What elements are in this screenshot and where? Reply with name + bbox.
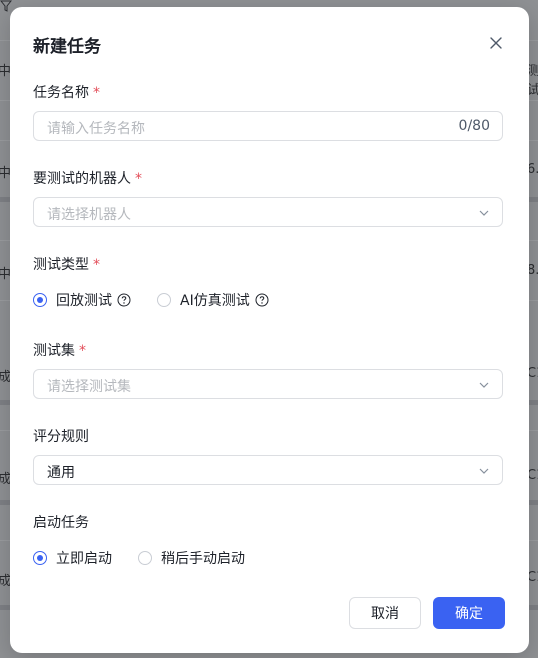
radio-start-now[interactable]: 立即启动 (33, 548, 112, 568)
task-name-input[interactable]: 请输入任务名称 0/80 (33, 111, 503, 141)
robot-label: 要测试的机器人 * (33, 171, 142, 187)
required-mark: * (93, 85, 100, 101)
test-set-label: 测试集 * (33, 343, 86, 359)
robot-select[interactable]: 请选择机器人 (33, 197, 503, 227)
new-task-dialog: 新建任务 任务名称 * 请输入任务名称 0/80 要测试的机器人 * 请选择机器人 … (10, 7, 529, 653)
scoring-rule-value: 通用 (47, 465, 75, 481)
test-type-radio-group: 回放测试 AI仿真测试 (33, 290, 295, 310)
required-mark: * (135, 171, 142, 187)
char-counter: 0/80 (458, 118, 490, 134)
required-mark: * (79, 343, 86, 359)
radio-ai-sim-test[interactable]: AI仿真测试 (157, 290, 269, 310)
radio-checked-icon (33, 551, 47, 565)
chevron-down-icon (479, 382, 489, 388)
radio-unchecked-icon (157, 293, 171, 307)
chevron-down-icon (479, 468, 489, 474)
test-set-select[interactable]: 请选择测试集 (33, 369, 503, 399)
help-icon[interactable] (117, 293, 131, 307)
help-icon[interactable] (255, 293, 269, 307)
launch-radio-group: 立即启动 稍后手动启动 (33, 548, 271, 568)
launch-task-label: 启动任务 (33, 515, 89, 531)
scoring-rule-select[interactable]: 通用 (33, 455, 503, 485)
radio-unchecked-icon (138, 551, 152, 565)
radio-checked-icon (33, 293, 47, 307)
task-name-label: 任务名称 * (33, 85, 100, 101)
close-icon[interactable] (487, 34, 505, 52)
cancel-button[interactable]: 取消 (349, 597, 421, 629)
radio-start-later[interactable]: 稍后手动启动 (138, 548, 245, 568)
robot-placeholder: 请选择机器人 (47, 207, 131, 223)
scoring-rule-label: 评分规则 (33, 429, 89, 445)
dialog-title: 新建任务 (33, 37, 101, 57)
chevron-down-icon (479, 210, 489, 216)
test-type-label: 测试类型 * (33, 257, 100, 273)
task-name-placeholder: 请输入任务名称 (47, 121, 145, 137)
radio-replay-test[interactable]: 回放测试 (33, 290, 131, 310)
confirm-button[interactable]: 确定 (433, 597, 505, 629)
required-mark: * (93, 257, 100, 273)
test-set-placeholder: 请选择测试集 (47, 379, 131, 395)
